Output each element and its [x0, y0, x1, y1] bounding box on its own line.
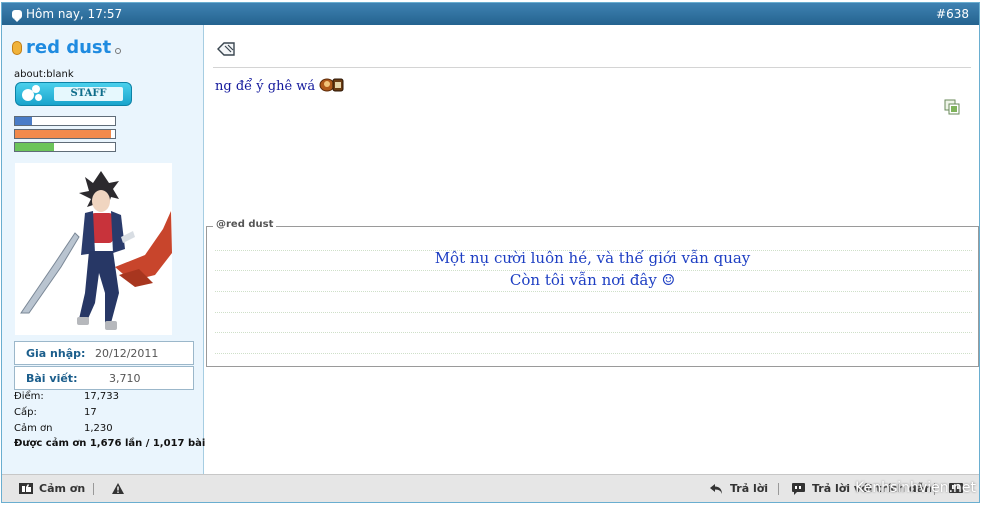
post-container: Hôm nay, 17:57 #638 red dust about:blank…	[1, 2, 980, 503]
user-info-panel: red dust about:blank STAFF Gia nhập: 20/…	[2, 25, 206, 474]
post-content: ng để ý ghê wá @red dust Một nụ cười luô…	[205, 25, 979, 474]
post-date-text: Hôm nay, 17:57	[26, 7, 123, 21]
post-date: Hôm nay, 17:57	[12, 7, 123, 22]
user-rank-icon	[12, 40, 22, 55]
level-label: Cấp:	[14, 407, 37, 418]
points-stat: Điểm: 17,733	[14, 391, 119, 402]
join-date-box: Gia nhập: 20/12/2011	[14, 341, 194, 365]
user-bar-1	[14, 116, 116, 126]
footer-separator	[93, 483, 94, 495]
reply-button[interactable]: Trả lời	[709, 482, 768, 495]
user-title: about:blank	[14, 69, 74, 80]
post-count-label: Bài viết:	[26, 372, 78, 385]
thanks-stat: Cảm ơn 1,230	[14, 423, 113, 434]
post-message-text: ng để ý ghê wá	[215, 78, 316, 94]
thanks-button-label: Cảm ơn	[39, 482, 86, 495]
content-divider	[213, 67, 971, 68]
quote-bubble-icon	[792, 483, 805, 495]
user-avatar[interactable]	[15, 163, 172, 335]
emoticon-icon	[319, 75, 345, 97]
thumbs-up-icon	[19, 483, 33, 494]
username-link[interactable]: red dust	[26, 37, 111, 58]
site-watermark: Kenhsinhvien.net	[855, 480, 976, 496]
signature-rule	[215, 353, 972, 354]
offline-status-icon	[115, 47, 122, 54]
staff-rank-badge: STAFF	[15, 82, 132, 106]
signature-box: @red dust Một nụ cười luôn hé, và thế gi…	[206, 219, 979, 367]
thanks-button[interactable]: Cảm ơn	[18, 482, 85, 495]
level-value: 17	[84, 407, 97, 418]
signature-line-1: Một nụ cười luôn hé, và thế giới vẫn qua…	[434, 249, 751, 267]
post-footer: Cảm ơn Trả lời Trả lời với trích dẫn	[2, 474, 979, 502]
report-button[interactable]	[111, 482, 125, 495]
signature-legend: @red dust	[213, 219, 277, 230]
user-bar-3	[14, 142, 116, 152]
speech-bubble-icon	[12, 9, 22, 22]
username-row: red dust	[12, 37, 122, 58]
points-value: 17,733	[84, 391, 119, 402]
post-number-link[interactable]: #638	[936, 7, 969, 21]
post-header: Hôm nay, 17:57 #638	[2, 3, 979, 25]
signature-rule	[215, 312, 972, 313]
join-date-value: 20/12/2011	[95, 347, 159, 360]
reply-arrow-icon	[710, 484, 722, 494]
post-message: ng để ý ghê wá	[215, 75, 345, 97]
post-tag-icon	[216, 41, 236, 60]
post-count-value: 3,710	[109, 372, 141, 385]
join-date-label: Gia nhập:	[26, 347, 86, 360]
level-stat: Cấp: 17	[14, 407, 97, 418]
staff-rank-label: STAFF	[54, 87, 123, 101]
post-count-box: Bài viết: 3,710	[14, 366, 194, 390]
points-label: Điểm:	[14, 391, 44, 402]
footer-separator	[778, 483, 779, 495]
reply-button-label: Trả lời	[730, 482, 769, 495]
warning-icon	[112, 483, 124, 494]
thanks-label: Cảm ơn	[14, 423, 53, 434]
signature-line-2: Còn tôi vẫn nơi đây ☺	[509, 271, 676, 289]
thanked-summary: Được cảm ơn 1,676 lần / 1,017 bài	[14, 438, 206, 449]
multi-quote-icon[interactable]	[944, 99, 960, 118]
signature-rule	[215, 291, 972, 292]
signature-rule	[215, 332, 972, 333]
bubbles-icon	[22, 85, 48, 103]
thanks-value: 1,230	[84, 423, 113, 434]
user-bar-2	[14, 129, 116, 139]
